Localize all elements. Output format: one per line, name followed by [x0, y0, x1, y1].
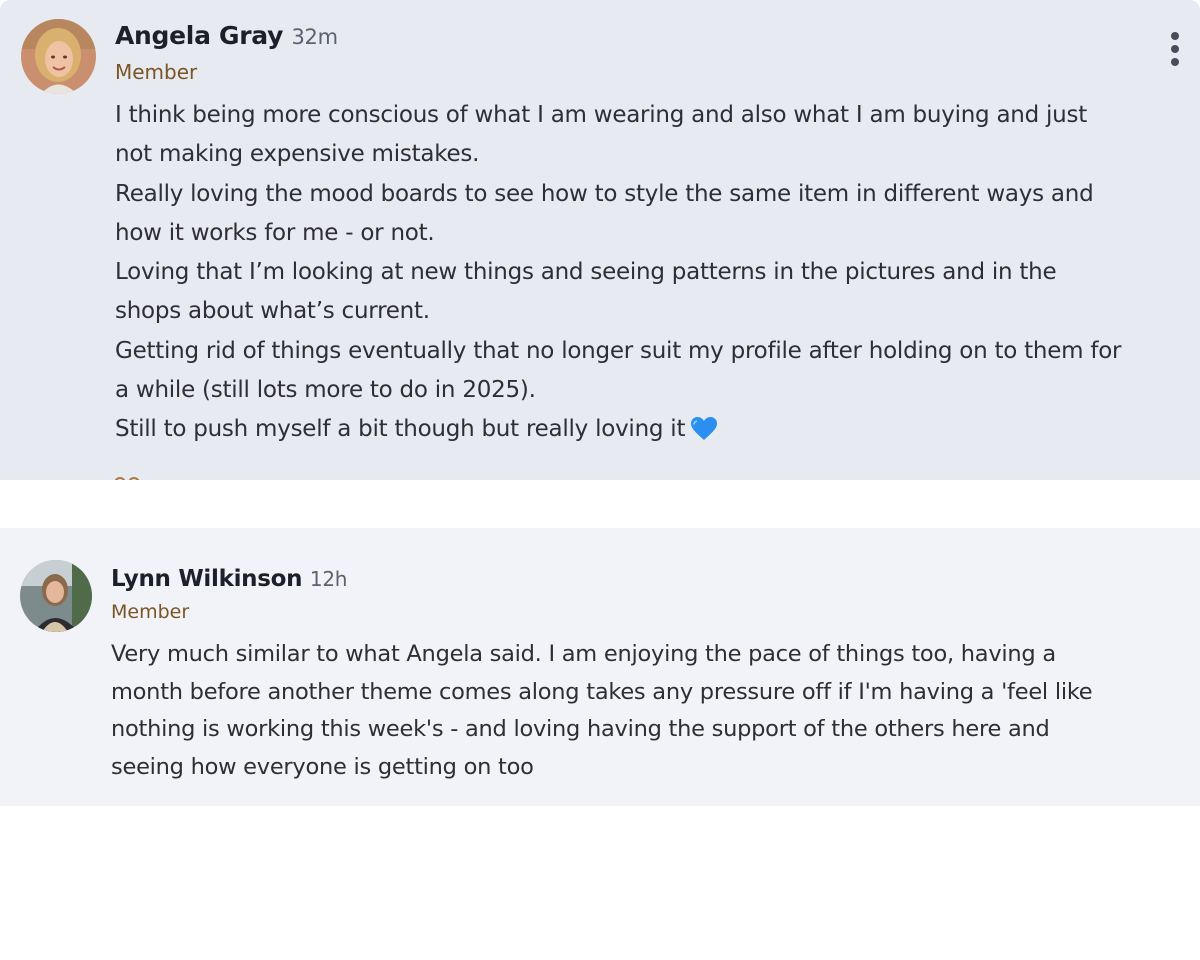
comment-line: seeing how everyone is getting on too — [111, 753, 534, 780]
comment-card-angela: Angela Gray 32m Member I think being mor… — [0, 0, 1200, 480]
comment-line: I think being more conscious of what I a… — [115, 102, 1088, 128]
comment-line: how it works for me - or not. — [115, 219, 435, 246]
more-options-button[interactable] — [1168, 32, 1182, 68]
comment-line: Getting rid of things eventually that no… — [115, 337, 1122, 364]
comment-line: Loving that I’m looking at new things an… — [115, 259, 1057, 286]
author-name[interactable]: Angela Gray 32m — [115, 21, 338, 50]
author-name-text: Lynn Wilkinson — [111, 566, 303, 592]
comment-card-lynn: Lynn Wilkinson 12h Member Very much simi… — [0, 528, 1200, 806]
avatar[interactable] — [20, 560, 92, 632]
avatar[interactable] — [21, 19, 96, 94]
comment-line: not making expensive mistakes. — [115, 141, 480, 168]
blue-heart-emoji — [691, 415, 718, 454]
reaction-icon — [114, 477, 126, 480]
avatar-photo-angela — [21, 19, 96, 94]
comment-line: Very much similar to what Angela said. I… — [111, 641, 1056, 667]
comment-line: Really loving the mood boards to see how… — [115, 180, 1094, 207]
reaction-icons-partial[interactable] — [114, 474, 150, 480]
comment-body: I think being more conscious of what I a… — [115, 96, 1122, 455]
more-vertical-icon — [1171, 32, 1179, 40]
comment-line-last: Still to push myself a bit though but re… — [115, 410, 1121, 454]
timestamp: 32m — [291, 25, 339, 49]
reaction-icon — [128, 477, 140, 480]
comment-line: month before another theme comes along t… — [111, 678, 1093, 705]
more-vertical-icon-dot — [1171, 45, 1179, 53]
avatar-photo-lynn — [20, 560, 92, 632]
comment-body: Very much similar to what Angela said. I… — [111, 636, 1093, 786]
comment-line: a while (still lots more to do in 2025). — [115, 377, 536, 404]
timestamp: 12h — [309, 567, 348, 591]
comment-line: shops about what’s current. — [115, 298, 430, 325]
more-vertical-icon-dot — [1171, 58, 1179, 66]
member-role-label: Member — [115, 60, 198, 84]
member-role-label: Member — [111, 601, 190, 623]
author-name[interactable]: Lynn Wilkinson 12h — [111, 566, 347, 592]
author-name-text: Angela Gray — [115, 21, 284, 50]
comment-line: nothing is working this week's - and lov… — [111, 716, 1050, 742]
comment-line-text: Still to push myself a bit though but re… — [115, 416, 686, 443]
